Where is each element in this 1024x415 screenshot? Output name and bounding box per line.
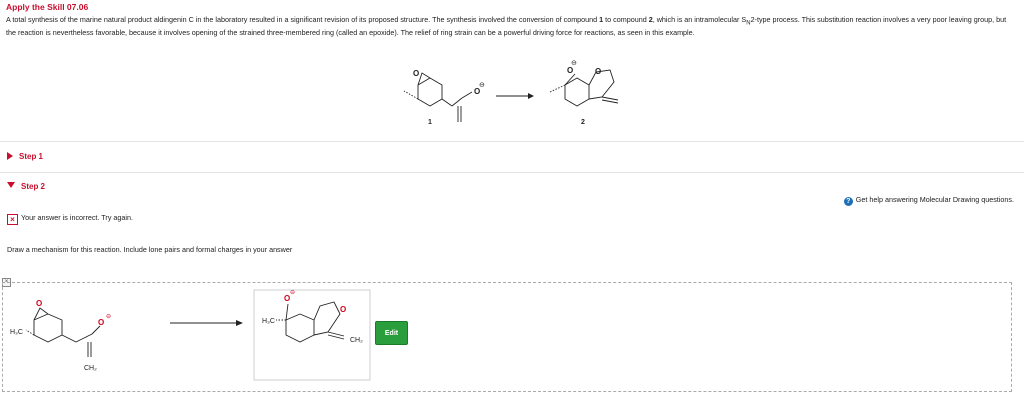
answer-drawing: O O ⊖ H₃C CH₂ O ⊖ O H₃C CH₂ xyxy=(10,289,371,381)
caret-down-icon xyxy=(7,182,15,188)
incorrect-icon: × xyxy=(7,214,18,225)
divider xyxy=(0,141,1024,142)
methylene-label: CH₂ xyxy=(84,365,97,372)
atom-o: O xyxy=(595,67,601,76)
edit-button[interactable]: Edit xyxy=(375,321,408,345)
step-2-toggle[interactable]: Step 2 xyxy=(7,182,45,191)
caret-right-icon xyxy=(7,152,13,160)
compound-1-label: 1 xyxy=(428,119,432,126)
step-1-toggle[interactable]: Step 1 xyxy=(7,152,43,161)
atom-o: O xyxy=(413,69,419,78)
charge-icon: ⊖ xyxy=(290,290,295,296)
methyl-label: H₃C xyxy=(10,329,23,336)
atom-o: O xyxy=(340,305,346,314)
status-message: × Your answer is incorrect. Try again. xyxy=(7,213,133,225)
help-icon: ? xyxy=(843,197,853,206)
methyl-label: H₃C xyxy=(262,318,275,325)
divider xyxy=(0,172,1024,173)
instruction-text: Draw a mechanism for this reaction. Incl… xyxy=(7,245,293,254)
reaction-scheme: O O ⊖ O ⊖ O 1 2 xyxy=(403,60,619,126)
atom-o: O xyxy=(567,66,573,75)
charge-icon: ⊖ xyxy=(479,82,485,89)
atom-o: O xyxy=(98,318,104,327)
compound-2-label: 2 xyxy=(581,119,585,126)
methylene-label: CH₂ xyxy=(350,337,363,344)
help-link[interactable]: ? Get help answering Molecular Drawing qu… xyxy=(843,195,1014,206)
charge-icon: ⊖ xyxy=(106,314,111,320)
atom-o: O xyxy=(36,299,42,308)
charge-icon: ⊖ xyxy=(571,60,577,67)
